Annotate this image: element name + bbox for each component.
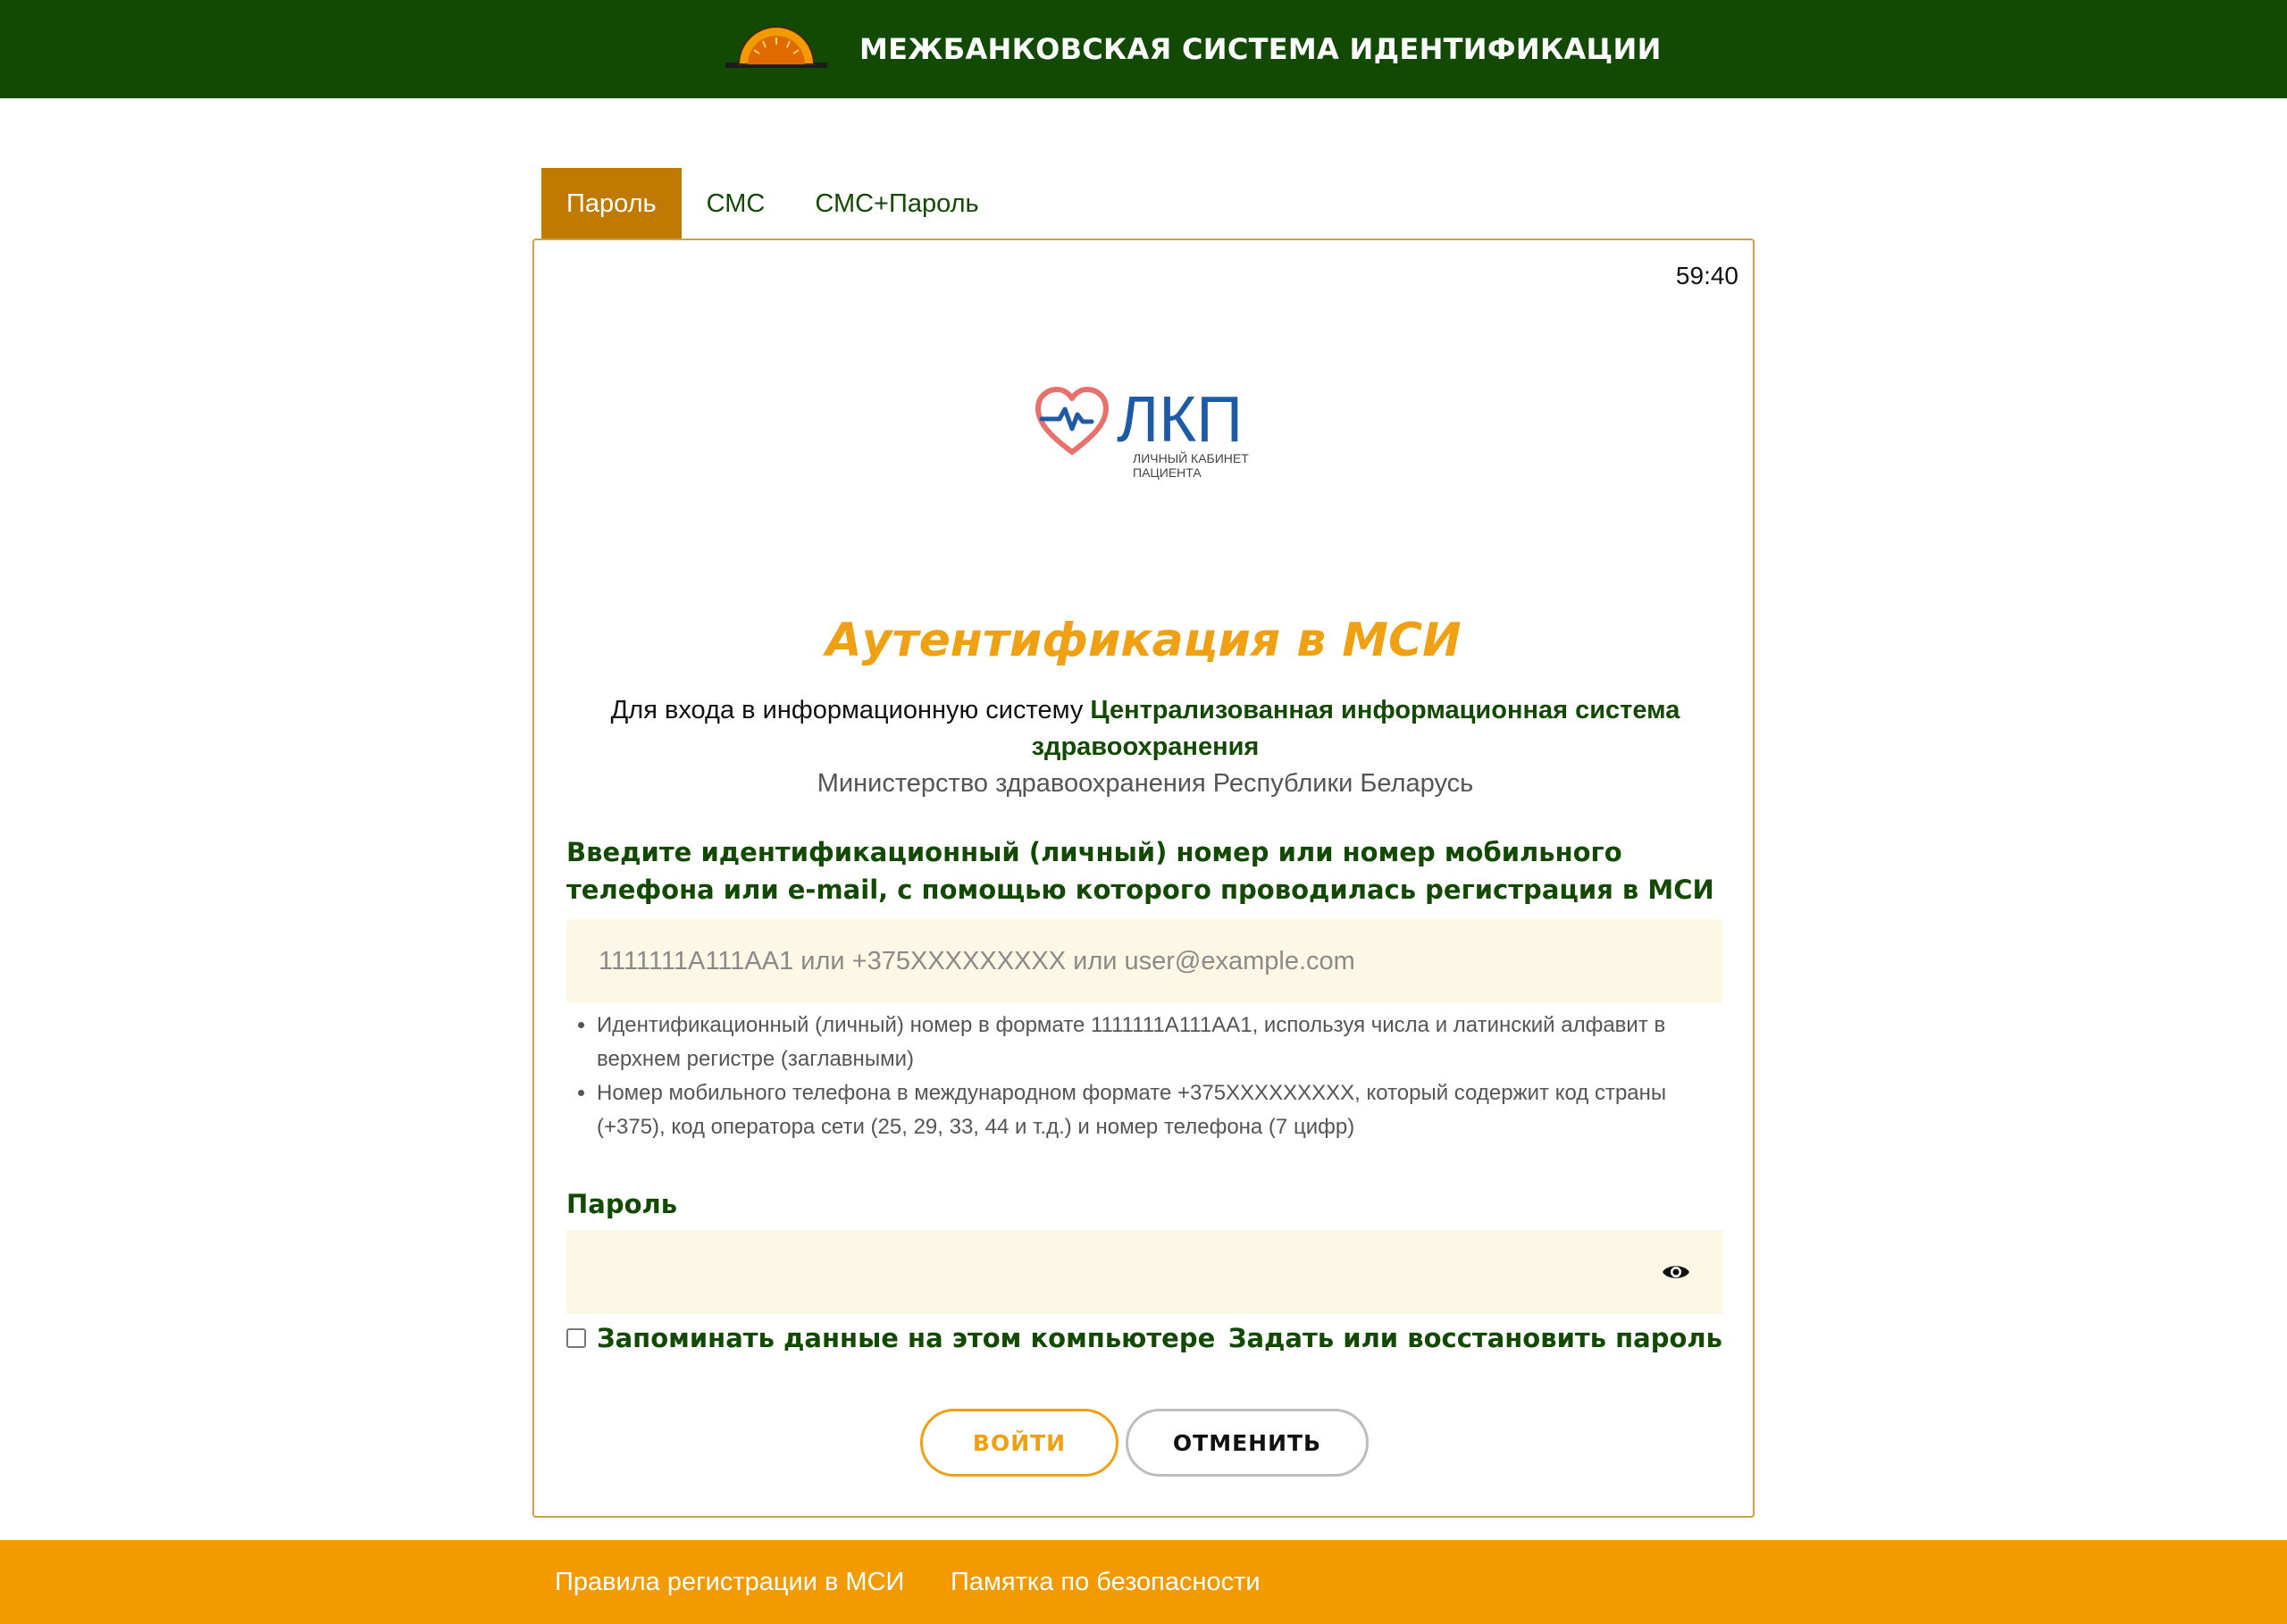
hint-personal-number: Идентификационный (личный) номер в форма… — [597, 1009, 1728, 1076]
password-input[interactable] — [566, 1230, 1722, 1314]
lkp-logo-name: ЛКП — [1117, 384, 1243, 456]
identifier-hints: Идентификационный (личный) номер в форма… — [566, 1009, 1728, 1144]
hint-phone-number: Номер мобильного телефона в международно… — [597, 1076, 1728, 1144]
footer: Правила регистрации в МСИ Памятка по без… — [0, 1540, 2287, 1624]
remember-checkbox[interactable] — [566, 1328, 586, 1348]
eye-icon[interactable] — [1662, 1260, 1690, 1285]
session-timer: 59:40 — [1675, 262, 1738, 289]
tab-sms-password[interactable]: СМС+Пароль — [790, 168, 1003, 239]
heart-pulse-icon — [1035, 387, 1109, 455]
lkp-logo-line1: ЛИЧНЫЙ КАБИНЕТ — [1133, 450, 1249, 465]
identifier-input[interactable] — [566, 919, 1722, 1003]
intro-prefix: Для входа в информационную систему — [610, 696, 1091, 724]
login-button[interactable]: ВОЙТИ — [920, 1409, 1118, 1477]
footer-link-security-memo[interactable]: Памятка по безопасности — [951, 1540, 1261, 1624]
tab-password[interactable]: Пароль — [541, 168, 682, 239]
ministry-name: Министерство здравоохранения Республики … — [817, 769, 1474, 798]
remember-label[interactable]: Запоминать данные на этом компьютере — [597, 1323, 1215, 1353]
lkp-logo-line2: ПАЦИЕНТА — [1133, 465, 1202, 480]
system-name: Централизованная информационная система … — [1031, 696, 1680, 761]
restore-password-link[interactable]: Задать или восстановить пароль — [1228, 1323, 1722, 1353]
identifier-label: Введите идентификационный (личный) номер… — [566, 837, 1714, 905]
page-title: Аутентификация в МСИ — [825, 614, 1462, 667]
lkp-logo: ЛКП ЛИЧНЫЙ КАБИНЕТ ПАЦИЕНТА — [1035, 384, 1249, 480]
header-title: МЕЖБАНКОВСКАЯ СИСТЕМА ИДЕНТИФИКАЦИИ — [859, 32, 1662, 66]
remember-me: Запоминать данные на этом компьютере — [566, 1323, 1215, 1353]
header-brand: МЕЖБАНКОВСКАЯ СИСТЕМА ИДЕНТИФИКАЦИИ — [724, 0, 1662, 98]
auth-card: 59:40 ЛКП ЛИЧНЫЙ КАБИНЕТ ПАЦИЕНТА Аутент… — [532, 239, 1755, 1518]
footer-link-registration-rules[interactable]: Правила регистрации в МСИ — [555, 1540, 904, 1624]
top-header: МЕЖБАНКОВСКАЯ СИСТЕМА ИДЕНТИФИКАЦИИ — [0, 0, 2287, 98]
cancel-button[interactable]: ОТМЕНИТЬ — [1126, 1409, 1369, 1477]
password-label: Пароль — [566, 1189, 678, 1219]
intro-text: Для входа в информационную систему Центр… — [588, 692, 1703, 802]
tab-sms[interactable]: СМС — [682, 168, 791, 239]
auth-method-tabs: Пароль СМС СМС+Пароль — [541, 168, 1004, 239]
sunrise-logo-icon — [725, 26, 827, 68]
